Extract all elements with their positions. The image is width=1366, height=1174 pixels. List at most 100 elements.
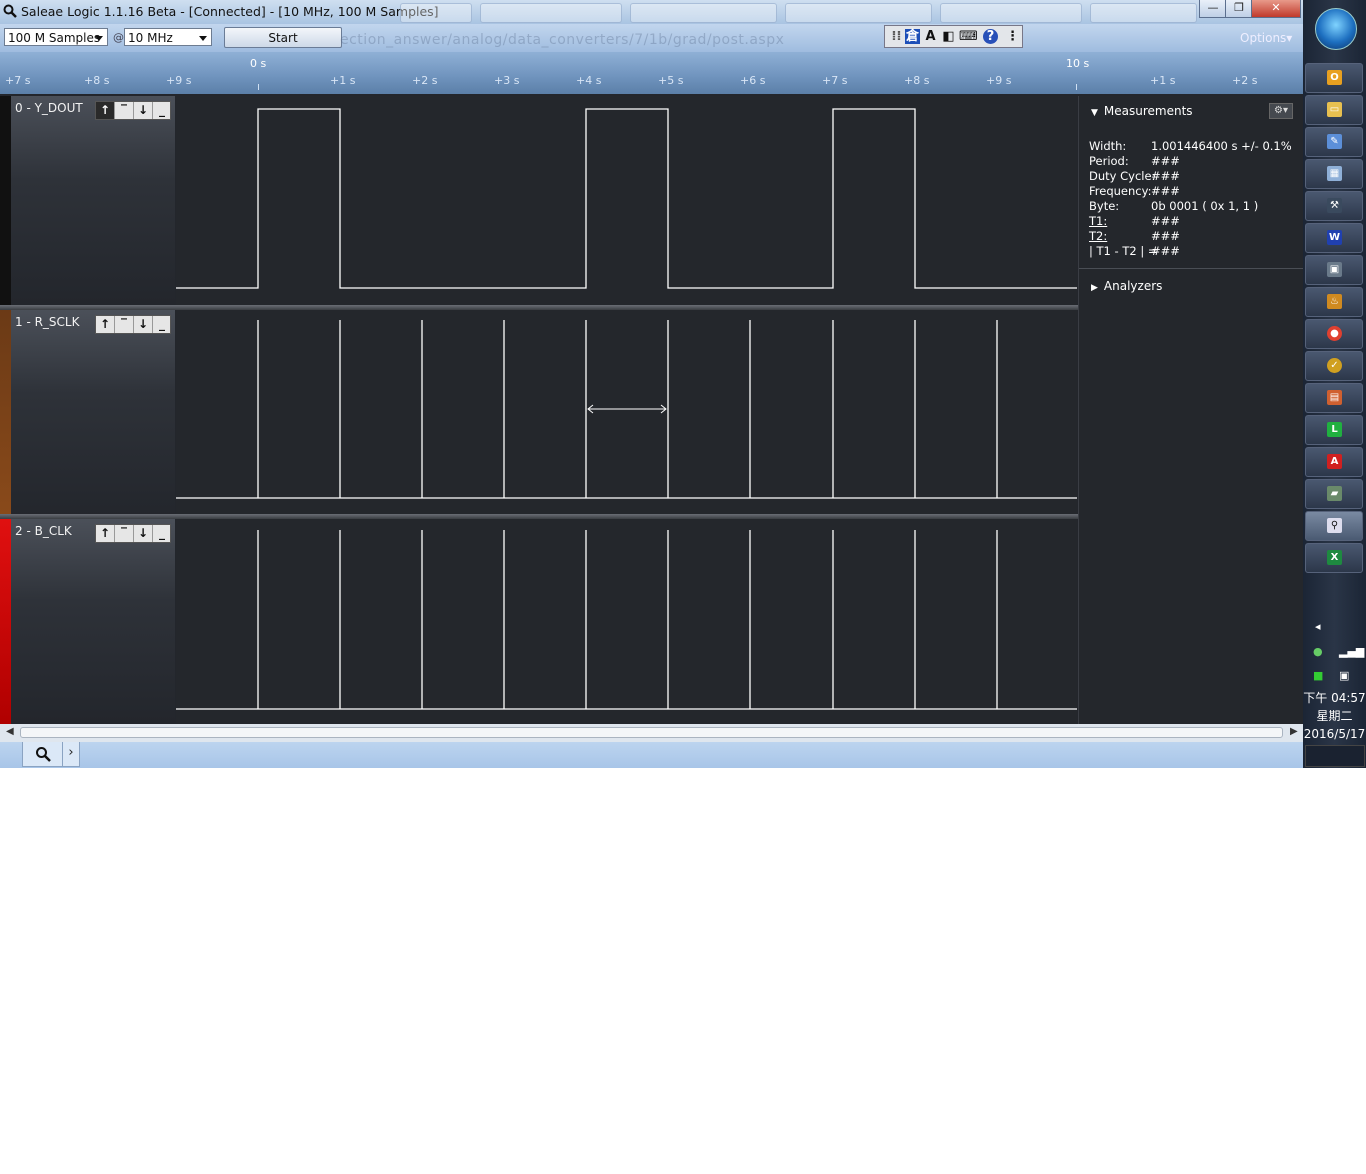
taskbar-app[interactable]: W [1305, 223, 1363, 253]
falling-edge-icon[interactable]: ↓ [134, 316, 153, 333]
close-button[interactable]: ✕ [1251, 0, 1301, 18]
tick-label: +5 s [658, 74, 684, 87]
tray-app-icon[interactable]: ● [1313, 645, 1323, 658]
measurement-value: 1.001446400 s +/- 0.1% [1151, 139, 1292, 153]
windows-start-icon[interactable] [1315, 8, 1357, 50]
search-icon [36, 747, 51, 762]
more-icon[interactable]: ⋮ [1005, 29, 1020, 44]
measurement-value: ### [1151, 184, 1180, 198]
show-hidden-icons[interactable]: ◂ [1315, 620, 1321, 633]
waveform-area[interactable] [176, 96, 1077, 305]
sample-count-select[interactable]: 100 M Samples [4, 28, 108, 46]
tick-label: +3 s [494, 74, 520, 87]
line-icon: L [1327, 422, 1342, 437]
tick-mark [1076, 84, 1077, 90]
measurement-label-link[interactable]: T1: [1089, 214, 1107, 228]
low-level-icon[interactable]: _ [153, 102, 171, 119]
falling-edge-icon[interactable]: ↓ [134, 525, 153, 542]
taskbar-app[interactable]: ⚒ [1305, 191, 1363, 221]
measurement-row-width: Width: 1.001446400 s +/- 0.1% [1089, 139, 1292, 153]
tick-label: +9 s [986, 74, 1012, 87]
tick-label: +8 s [84, 74, 110, 87]
half-width-icon[interactable]: ◧ [941, 29, 956, 44]
trigger-selector[interactable]: ↑ ‾ ↓ _ [95, 524, 171, 543]
time-ruler[interactable]: +7 s +8 s +9 s 0 s +1 s +2 s +3 s +4 s +… [0, 52, 1303, 94]
taskbar-app[interactable]: ▤ [1305, 383, 1363, 413]
restore-button[interactable]: ❐ [1225, 0, 1253, 18]
taskbar-app[interactable]: A [1305, 447, 1363, 477]
measurement-row-byte: Byte: 0b 0001 ( 0x 1, 1 ) [1089, 199, 1258, 213]
font-icon[interactable]: A [923, 29, 938, 44]
clipboard-icon[interactable]: ▣ [1339, 669, 1349, 682]
grip-icon[interactable]: ⁞⁞ [889, 29, 904, 44]
start-button[interactable]: Start [224, 27, 342, 48]
trigger-selector[interactable]: ↑ ‾ ↓ _ [95, 101, 171, 120]
taskbar-app[interactable]: ▰ [1305, 479, 1363, 509]
low-level-icon[interactable]: _ [153, 316, 171, 333]
excel-icon: X [1327, 550, 1342, 565]
signal-icon[interactable]: ▂▄▆ [1339, 645, 1364, 658]
word-icon: W [1327, 230, 1342, 245]
scroll-left-icon[interactable]: ◀ [6, 726, 14, 737]
waveform-area[interactable] [176, 519, 1077, 724]
ime-mode-icon[interactable]: 倉 [905, 29, 920, 44]
minimize-button[interactable]: — [1199, 0, 1227, 18]
channel-label-panel[interactable]: 1 - R_SCLK ↑ ‾ ↓ _ [11, 310, 175, 519]
measurement-row-frequency: Frequency: ### [1089, 184, 1180, 198]
taskbar-app-active[interactable]: ⚲ [1305, 511, 1363, 541]
sample-rate-select[interactable]: 10 MHz [124, 28, 212, 46]
channel-label-panel[interactable]: 2 - B_CLK ↑ ‾ ↓ _ [11, 519, 175, 724]
taskbar-app[interactable]: ✓ [1305, 351, 1363, 381]
magnifier-app-icon: ⚲ [1327, 518, 1342, 533]
search-tab[interactable] [22, 742, 64, 767]
taskbar-app[interactable]: ▭ [1305, 95, 1363, 125]
analyzers-header[interactable]: ▶ Analyzers [1091, 279, 1162, 293]
taskbar-app[interactable]: X [1305, 543, 1363, 573]
horizontal-scrollbar[interactable]: ◀ ▶ [0, 724, 1303, 742]
channel-label-panel[interactable]: 0 - Y_DOUT ↑ ‾ ↓ _ [11, 96, 175, 305]
gear-icon[interactable]: ⚙▾ [1269, 103, 1293, 119]
background-tab [1090, 3, 1197, 23]
falling-edge-icon[interactable]: ↓ [134, 102, 153, 119]
width-measure-arrow [587, 404, 667, 414]
rising-edge-icon[interactable]: ↑ [96, 525, 115, 542]
taskbar-app[interactable]: ♨ [1305, 287, 1363, 317]
measurement-row-t2: T2: ### [1089, 229, 1180, 243]
keyboard-icon[interactable]: ⌨ [959, 29, 978, 44]
scrollbar-track[interactable] [20, 727, 1283, 738]
channel-name: 2 - B_CLK [15, 524, 72, 538]
tick-label: +7 s [5, 74, 31, 87]
measurement-row-period: Period: ### [1089, 154, 1180, 168]
tick-label: +2 s [1232, 74, 1258, 87]
high-level-icon[interactable]: ‾ [115, 525, 134, 542]
taskbar-app[interactable]: ▦ [1305, 159, 1363, 189]
analyzers-title: Analyzers [1103, 279, 1163, 293]
expand-tab-icon[interactable]: › [62, 742, 80, 767]
measurement-value: ### [1151, 169, 1180, 183]
taskbar-app[interactable]: O [1305, 63, 1363, 93]
measurements-header[interactable]: ▼ Measurements [1091, 104, 1193, 118]
taskbar-app[interactable]: ● [1305, 319, 1363, 349]
trigger-selector[interactable]: ↑ ‾ ↓ _ [95, 315, 171, 334]
rising-edge-icon[interactable]: ↑ [96, 316, 115, 333]
saleae-logic-window: Saleae Logic 1.1.16 Beta - [Connected] -… [0, 0, 1303, 768]
sample-count-value: 100 M Samples [8, 31, 101, 45]
show-desktop-button[interactable] [1305, 745, 1365, 767]
taskbar-app[interactable]: ✎ [1305, 127, 1363, 157]
options-menu[interactable]: Options▾ [1240, 31, 1292, 45]
line-tray-icon[interactable]: ■ [1313, 669, 1323, 682]
rising-edge-icon[interactable]: ↑ [96, 102, 115, 119]
taskbar-app[interactable]: ▣ [1305, 255, 1363, 285]
measurement-label-link[interactable]: T2: [1089, 229, 1107, 243]
high-level-icon[interactable]: ‾ [115, 316, 134, 333]
help-icon[interactable]: ? [983, 29, 998, 44]
taskbar-clock[interactable]: 下午 04:57 星期二 2016/5/17 [1303, 689, 1366, 743]
scroll-right-icon[interactable]: ▶ [1290, 726, 1298, 737]
waveform-area[interactable] [176, 310, 1077, 519]
high-level-icon[interactable]: ‾ [115, 102, 134, 119]
tick-label: +1 s [1150, 74, 1176, 87]
low-level-icon[interactable]: _ [153, 525, 171, 542]
measurement-label: Byte: [1089, 199, 1120, 213]
taskbar-app[interactable]: L [1305, 415, 1363, 445]
windows-taskbar: O ▭ ✎ ▦ ⚒ W ▣ ♨ ● ✓ ▤ L A ▰ ⚲ X ◂ ● ▂▄▆ … [1303, 0, 1366, 768]
